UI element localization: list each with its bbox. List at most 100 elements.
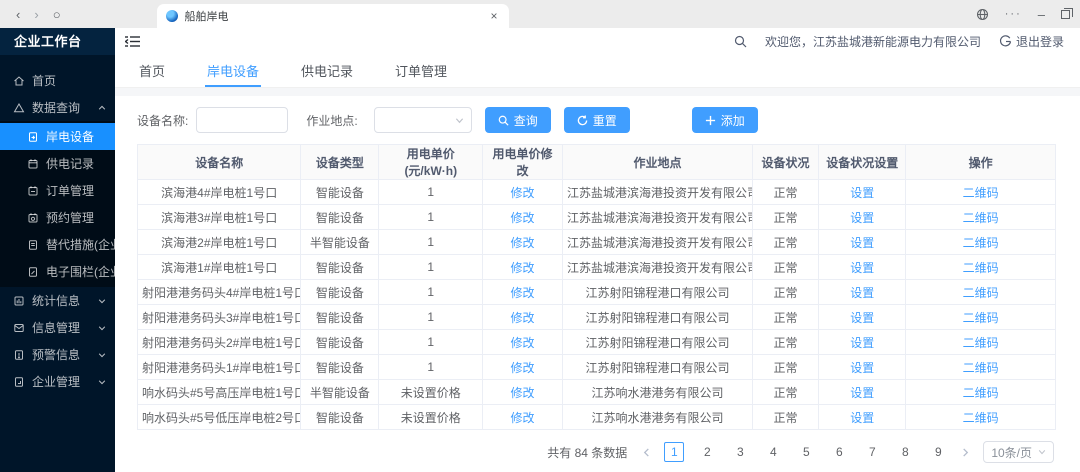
- page-number-9[interactable]: 9: [928, 442, 948, 462]
- status-set-link[interactable]: 设置: [850, 261, 874, 275]
- status-set-link[interactable]: 设置: [850, 286, 874, 300]
- window-restore-button[interactable]: [1061, 10, 1070, 19]
- column-header-0: 设备名称: [138, 145, 301, 180]
- column-header-5: 设备状况: [753, 145, 819, 180]
- status-set-link[interactable]: 设置: [850, 186, 874, 200]
- logout-button[interactable]: 退出登录: [999, 33, 1064, 50]
- sidebar-subitem-label: 预约管理: [46, 209, 94, 226]
- globe-icon[interactable]: [976, 8, 989, 21]
- page-number-6[interactable]: 6: [829, 442, 849, 462]
- device-name-cell: 滨海港3#岸电桩1号口: [138, 205, 301, 230]
- browser-back-button[interactable]: ‹: [16, 8, 20, 21]
- sidebar: 企业工作台 首页数据查询岸电设备供电记录订单管理预约管理替代措施(企业)电子围栏…: [0, 28, 115, 472]
- qrcode-link[interactable]: 二维码: [963, 186, 999, 200]
- sidebar-subitem-1[interactable]: 供电记录: [0, 150, 115, 177]
- devices-table: 设备名称设备类型用电单价(元/kW·h)用电单价修改作业地点设备状况设备状况设置…: [137, 144, 1056, 430]
- qrcode-link[interactable]: 二维码: [963, 211, 999, 225]
- qrcode-link-cell: 二维码: [906, 305, 1056, 330]
- logout-icon: [999, 35, 1012, 48]
- status-set-link[interactable]: 设置: [850, 211, 874, 225]
- work-location-cell: 江苏射阳锦程港口有限公司: [562, 280, 752, 305]
- window-minimize-button[interactable]: –: [1038, 7, 1045, 22]
- table-row: 射阳港港务码头2#岸电桩1号口智能设备1修改江苏射阳锦程港口有限公司正常设置二维…: [138, 330, 1056, 355]
- modify-price-link[interactable]: 修改: [511, 211, 535, 225]
- qrcode-link[interactable]: 二维码: [963, 336, 999, 350]
- tab-0[interactable]: 首页: [137, 55, 167, 87]
- qrcode-link[interactable]: 二维码: [963, 361, 999, 375]
- qrcode-link[interactable]: 二维码: [963, 311, 999, 325]
- status-set-link[interactable]: 设置: [850, 411, 874, 425]
- tab-2[interactable]: 供电记录: [299, 55, 355, 87]
- statistics-icon: [13, 295, 25, 307]
- status-set-link[interactable]: 设置: [850, 236, 874, 250]
- modify-price-link[interactable]: 修改: [511, 186, 535, 200]
- page-size-value: 10条/页: [991, 444, 1032, 461]
- prev-page-button[interactable]: [642, 448, 651, 457]
- status-set-link[interactable]: 设置: [850, 386, 874, 400]
- sidebar-subitem-2[interactable]: 订单管理: [0, 177, 115, 204]
- unit-price-cell: 1: [379, 280, 483, 305]
- search-button[interactable]: 查询: [485, 107, 551, 133]
- qrcode-link[interactable]: 二维码: [963, 261, 999, 275]
- modify-price-link[interactable]: 修改: [511, 386, 535, 400]
- modify-price-link[interactable]: 修改: [511, 311, 535, 325]
- chevron-down-icon: [98, 324, 106, 332]
- modify-price-link-cell: 修改: [483, 230, 563, 255]
- next-page-button[interactable]: [961, 448, 970, 457]
- sidebar-item-1[interactable]: 数据查询: [0, 94, 115, 121]
- modify-price-link[interactable]: 修改: [511, 411, 535, 425]
- page-number-1[interactable]: 1: [664, 442, 684, 462]
- modify-price-link[interactable]: 修改: [511, 336, 535, 350]
- location-select[interactable]: [374, 107, 472, 133]
- device-status-cell: 正常: [753, 180, 819, 205]
- search-icon[interactable]: [734, 35, 747, 48]
- status-set-link[interactable]: 设置: [850, 311, 874, 325]
- page-number-4[interactable]: 4: [763, 442, 783, 462]
- modify-price-link[interactable]: 修改: [511, 236, 535, 250]
- tab-1[interactable]: 岸电设备: [205, 55, 261, 87]
- sidebar-item-4[interactable]: 预警信息: [0, 341, 115, 368]
- modify-price-link[interactable]: 修改: [511, 261, 535, 275]
- browser-tab[interactable]: 船舶岸电 ×: [157, 4, 509, 28]
- qrcode-link[interactable]: 二维码: [963, 411, 999, 425]
- qrcode-link[interactable]: 二维码: [963, 286, 999, 300]
- browser-reload-button[interactable]: ○: [53, 8, 61, 21]
- qrcode-link-cell: 二维码: [906, 330, 1056, 355]
- device-type-cell: 智能设备: [301, 255, 379, 280]
- status-set-link[interactable]: 设置: [850, 361, 874, 375]
- qrcode-link[interactable]: 二维码: [963, 386, 999, 400]
- page-size-select[interactable]: 10条/页: [983, 441, 1054, 463]
- sidebar-subitem-4[interactable]: 替代措施(企业): [0, 231, 115, 258]
- sidebar-item-5[interactable]: 企业管理: [0, 368, 115, 395]
- page-number-5[interactable]: 5: [796, 442, 816, 462]
- tab-close-icon[interactable]: ×: [489, 9, 500, 23]
- search-button-label: 查询: [514, 112, 538, 129]
- sidebar-subitem-0[interactable]: 岸电设备: [0, 123, 115, 150]
- tab-3[interactable]: 订单管理: [393, 55, 449, 87]
- sidebar-item-3[interactable]: 信息管理: [0, 314, 115, 341]
- device-status-cell: 正常: [753, 305, 819, 330]
- unit-price-cell: 1: [379, 230, 483, 255]
- qrcode-link[interactable]: 二维码: [963, 236, 999, 250]
- device-name-input[interactable]: [196, 107, 288, 133]
- modify-price-link[interactable]: 修改: [511, 286, 535, 300]
- page-number-7[interactable]: 7: [862, 442, 882, 462]
- order-manage-icon: [27, 185, 39, 197]
- page-number-2[interactable]: 2: [697, 442, 717, 462]
- add-button[interactable]: 添加: [692, 107, 758, 133]
- browser-forward-button[interactable]: ›: [34, 8, 38, 21]
- qrcode-link-cell: 二维码: [906, 380, 1056, 405]
- sidebar-subitem-3[interactable]: 预约管理: [0, 204, 115, 231]
- modify-price-link[interactable]: 修改: [511, 361, 535, 375]
- sidebar-item-0[interactable]: 首页: [0, 67, 115, 94]
- page-number-8[interactable]: 8: [895, 442, 915, 462]
- status-set-link[interactable]: 设置: [850, 336, 874, 350]
- modify-price-link-cell: 修改: [483, 180, 563, 205]
- sidebar-item-2[interactable]: 统计信息: [0, 287, 115, 314]
- sidebar-subitem-5[interactable]: 电子围栏(企业): [0, 258, 115, 285]
- reset-button[interactable]: 重置: [564, 107, 630, 133]
- page-number-3[interactable]: 3: [730, 442, 750, 462]
- sidebar-collapse-icon[interactable]: [125, 35, 140, 48]
- column-header-4: 作业地点: [562, 145, 752, 180]
- browser-menu-icon[interactable]: ···: [1005, 9, 1022, 20]
